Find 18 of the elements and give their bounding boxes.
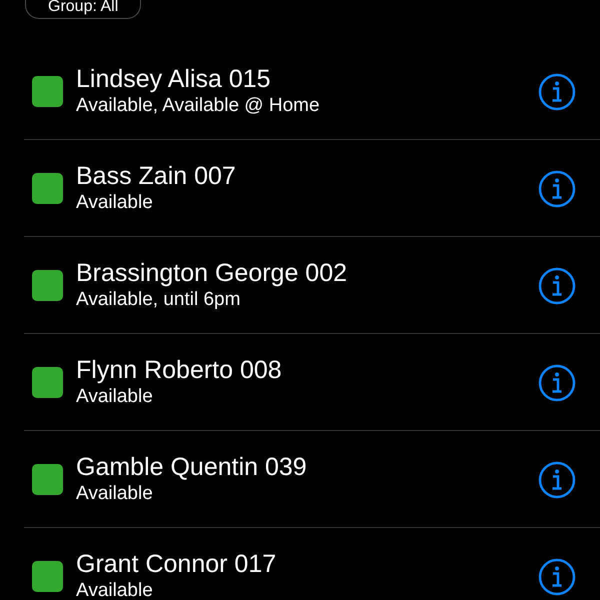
- info-icon[interactable]: [538, 170, 576, 208]
- contact-status: Available: [76, 482, 154, 506]
- info-icon[interactable]: [538, 72, 576, 110]
- info-icon[interactable]: [538, 558, 576, 596]
- info-icon[interactable]: [538, 266, 576, 304]
- contact-name: Flynn Roberto 008: [76, 356, 283, 385]
- contact-status: Available: [76, 579, 154, 600]
- contact-status: Available, until 6pm: [76, 288, 242, 312]
- contact-name: Brassington George 002: [76, 259, 348, 288]
- info-icon[interactable]: [538, 460, 576, 498]
- contact-status: Available: [76, 385, 154, 409]
- contact-name: Bass Zain 007: [76, 162, 237, 191]
- info-icon[interactable]: [538, 364, 576, 402]
- contact-name: Lindsey Alisa 015: [76, 65, 272, 94]
- contact-name: Gamble Quentin 039: [76, 453, 308, 482]
- contact-name: Grant Connor 017: [76, 550, 278, 579]
- contact-status: Available, Available @ Home: [76, 94, 321, 118]
- contact-status: Available: [76, 191, 154, 215]
